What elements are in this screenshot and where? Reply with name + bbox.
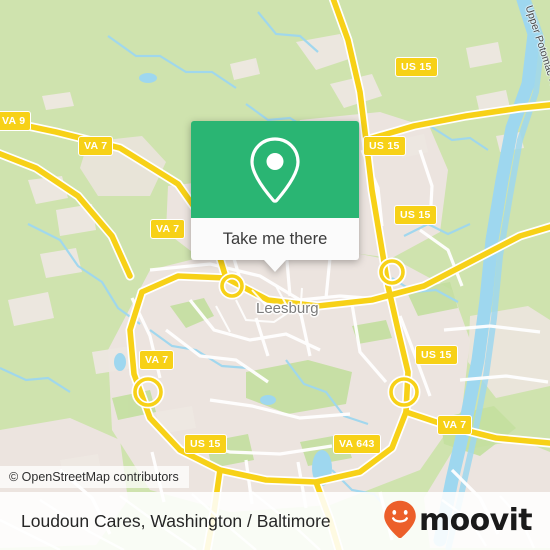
place-label-leesburg: Leesburg bbox=[256, 300, 319, 317]
road-shield-us-15-north: US 15 bbox=[395, 57, 438, 77]
moovit-wordmark: moovit bbox=[418, 503, 533, 538]
road-shield-va-7-southwest: VA 7 bbox=[139, 350, 175, 370]
popup-image-area bbox=[191, 121, 359, 218]
moovit-smiley-pin-icon bbox=[383, 500, 417, 543]
map-popup-callout[interactable]: Take me there bbox=[191, 121, 359, 272]
popup-tail-arrow bbox=[264, 260, 286, 272]
location-title: Loudoun Cares, Washington / Baltimore bbox=[21, 510, 331, 531]
bottom-info-bar: Loudoun Cares, Washington / Baltimore mo… bbox=[0, 492, 550, 550]
location-pin-icon bbox=[246, 135, 304, 205]
road-shield-va-7-west: VA 7 bbox=[150, 219, 186, 239]
road-shield-va-7-northwest: VA 7 bbox=[78, 136, 114, 156]
popup-action-area[interactable]: Take me there bbox=[191, 218, 359, 260]
road-shield-va-643: VA 643 bbox=[333, 434, 381, 454]
road-shield-va-9: VA 9 bbox=[0, 111, 32, 131]
road-shield-us-15-east: US 15 bbox=[394, 205, 437, 225]
moovit-logo[interactable]: moovit bbox=[383, 500, 533, 543]
road-shield-va-7-east: VA 7 bbox=[437, 415, 473, 435]
road-shield-us-15-southeast: US 15 bbox=[415, 345, 458, 365]
road-shield-us-15-south: US 15 bbox=[184, 434, 227, 454]
osm-attribution[interactable]: © OpenStreetMap contributors bbox=[0, 466, 189, 488]
road-shield-us-15-center: US 15 bbox=[363, 136, 406, 156]
map-screenshot: Leesburg Upper Potomac River US 15 VA 9 … bbox=[0, 0, 550, 550]
take-me-there-label: Take me there bbox=[222, 229, 328, 248]
